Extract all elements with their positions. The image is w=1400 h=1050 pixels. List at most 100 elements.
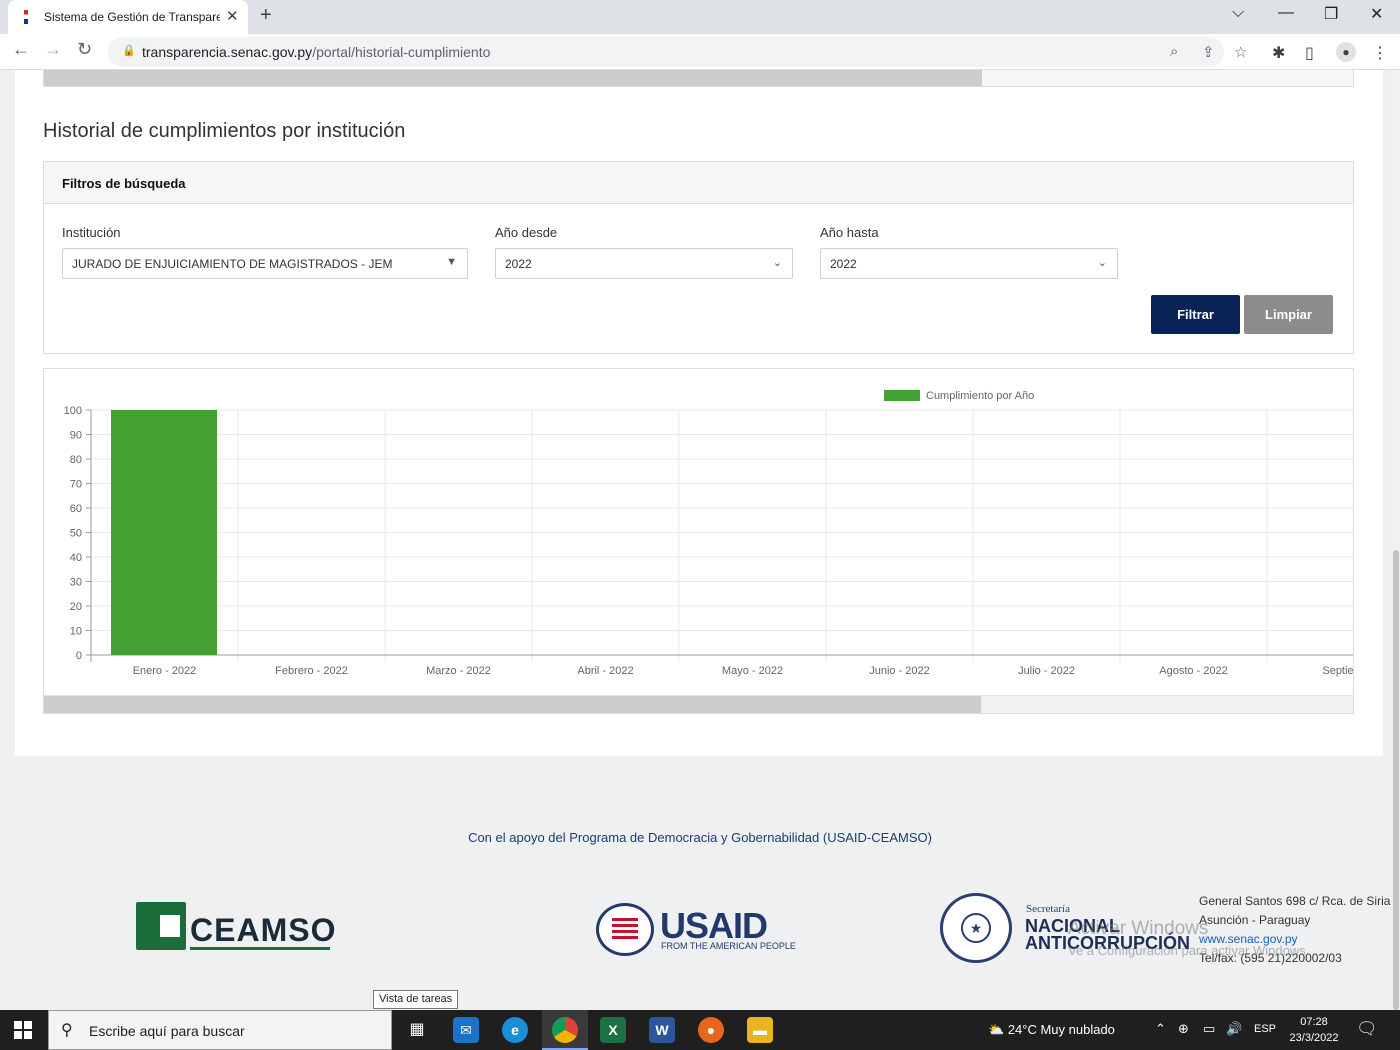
y-tick-label: 80 [70, 454, 82, 466]
ceamso-wordmark: CEAMSO [190, 912, 337, 948]
close-window-icon[interactable]: ✕ [1370, 4, 1383, 24]
clock[interactable]: 07:28 23/3/2022 [1284, 1014, 1344, 1046]
anio-hasta-select[interactable]: 2022 ⌄ [820, 248, 1118, 279]
search-placeholder: Escribe aquí para buscar [89, 1023, 245, 1039]
chart-scrollbar[interactable] [44, 695, 1353, 713]
paraguay-seal-icon: ★ [940, 893, 1012, 963]
reload-icon[interactable]: ↻ [77, 39, 92, 60]
x-tick-label: Enero - 2022 [133, 665, 197, 677]
volume-icon[interactable]: 🔊 [1226, 1021, 1242, 1037]
senac-secretaria: Secretaría [1026, 903, 1070, 915]
filtrar-button[interactable]: Filtrar [1151, 295, 1240, 334]
restore-icon[interactable]: ❐ [1324, 4, 1338, 24]
paraguay-flag-icon [24, 10, 28, 24]
bookmark-star-icon[interactable]: ☆ [1234, 43, 1247, 61]
extensions-icon[interactable]: ✱ [1272, 43, 1285, 63]
institucion-select[interactable]: JURADO DE ENJUICIAMIENTO DE MAGISTRADOS … [62, 248, 468, 279]
y-tick-label: 50 [70, 528, 82, 540]
clock-time: 07:28 [1300, 1016, 1328, 1028]
y-tick-label: 70 [70, 479, 82, 491]
tray-chevron-up-icon[interactable]: ⌃ [1155, 1021, 1166, 1037]
limpiar-button[interactable]: Limpiar [1244, 295, 1333, 334]
firefox-icon[interactable]: ● [698, 1017, 724, 1043]
tab-search-icon[interactable]: ⌵ [1232, 4, 1244, 22]
content-card: Historial de cumplimientos por instituci… [15, 70, 1383, 756]
ceamso-underline [190, 947, 330, 950]
taskbar-search[interactable]: ⚲ Escribe aquí para buscar [48, 1010, 392, 1050]
new-tab-icon[interactable]: + [260, 4, 272, 27]
anio-hasta-value: 2022 [830, 257, 857, 271]
mail-icon[interactable]: ✉ [453, 1017, 479, 1043]
edge-icon[interactable]: e [502, 1017, 528, 1043]
page-scroll-thumb[interactable] [1393, 550, 1399, 1010]
minimize-icon[interactable]: — [1278, 4, 1294, 22]
ceamso-mark-icon [136, 902, 186, 950]
task-view-icon[interactable]: ▦ [404, 1017, 430, 1043]
forward-icon[interactable]: → [44, 39, 62, 60]
legend-swatch [884, 390, 920, 401]
support-text: Con el apoyo del Programa de Democracia … [468, 830, 932, 845]
weather-text: 24°C Muy nublado [1007, 1022, 1115, 1037]
file-explorer-icon[interactable]: ▬ [747, 1017, 773, 1043]
excel-icon[interactable]: X [600, 1017, 626, 1043]
profile-icon[interactable]: ● [1336, 42, 1356, 62]
x-tick-label: Junio - 2022 [869, 665, 930, 677]
address-bar[interactable]: 🔒 transparencia.senac.gov.py/portal/hist… [108, 37, 1247, 67]
word-icon[interactable]: W [649, 1017, 675, 1043]
anio-hasta-label: Año hasta [820, 225, 879, 240]
y-tick-label: 20 [70, 601, 82, 613]
share-icon[interactable]: ⇪ [1202, 43, 1215, 61]
x-tick-label: Febrero - 2022 [275, 665, 348, 677]
close-tab-icon[interactable]: ✕ [226, 7, 239, 25]
x-tick-label: Abril - 2022 [577, 665, 633, 677]
top-scroll-thumb[interactable] [44, 70, 982, 86]
activate-windows-subtext: Ve a Configuración para activar Windows. [1068, 943, 1310, 958]
side-panel-icon[interactable]: ▯ [1305, 43, 1314, 63]
windows-start-icon[interactable] [14, 1021, 32, 1039]
legend-label: Cumplimiento por Año [926, 390, 1034, 402]
ceamso-logo[interactable]: CEAMSO [136, 902, 336, 954]
page-scrollbar[interactable] [1392, 70, 1400, 1010]
bar-chart-svg: 0 10 20 30 40 50 60 70 80 90 100 Enero - 2022 Febrer… [64, 390, 1354, 677]
x-tick-label: Septiembre [1322, 665, 1354, 677]
top-chart-scrollbar[interactable] [43, 70, 1354, 87]
chevron-down-icon: ⌄ [772, 257, 782, 269]
address-line-2: Asunción - Paraguay [1199, 913, 1311, 927]
x-tick-label: Julio - 2022 [1018, 665, 1075, 677]
chrome-icon [552, 1017, 578, 1043]
language-indicator[interactable]: ESP [1254, 1023, 1276, 1035]
anio-desde-label: Año desde [495, 225, 558, 240]
menu-kebab-icon[interactable]: ⋮ [1372, 43, 1388, 63]
usaid-logo[interactable]: USAID FROM THE AMERICAN PEOPLE [596, 903, 806, 958]
chrome-taskbar-item[interactable] [542, 1010, 588, 1050]
x-tick-label: Agosto - 2022 [1159, 665, 1228, 677]
filters-panel: Filtros de búsqueda Institución JURADO D… [43, 161, 1354, 354]
institucion-value: JURADO DE ENJUICIAMIENTO DE MAGISTRADOS … [72, 257, 393, 271]
usaid-tagline: FROM THE AMERICAN PEOPLE [661, 941, 796, 951]
compliance-chart: 0 10 20 30 40 50 60 70 80 90 100 Enero - 2022 Febrer… [43, 368, 1354, 714]
y-tick-label: 0 [76, 650, 82, 662]
anio-desde-value: 2022 [505, 257, 532, 271]
caret-down-icon: ▼ [446, 256, 457, 268]
y-tick-label: 100 [64, 405, 82, 417]
y-tick-label: 10 [70, 626, 82, 638]
page-title: Historial de cumplimientos por instituci… [43, 120, 406, 142]
x-tick-label: Mayo - 2022 [722, 665, 783, 677]
x-tick-label: Marzo - 2022 [426, 665, 491, 677]
lock-icon[interactable]: 🔒 [122, 44, 136, 57]
bar [111, 410, 217, 655]
browser-tab[interactable]: Sistema de Gestión de Transpare ✕ [8, 0, 248, 34]
network-status-icon[interactable]: ⊕ [1178, 1021, 1189, 1037]
search-icon: ⚲ [61, 1022, 73, 1039]
y-tick-label: 30 [70, 577, 82, 589]
back-icon[interactable]: ← [12, 39, 30, 60]
zoom-icon[interactable]: ⌕ [1170, 43, 1178, 60]
ethernet-icon[interactable]: ▭ [1203, 1021, 1215, 1037]
windows-taskbar: ⚲ Escribe aquí para buscar ▦ ✉ e X W ● ▬… [0, 1010, 1400, 1050]
anio-desde-select[interactable]: 2022 ⌄ [495, 248, 793, 279]
cloud-sun-icon: ⛅ [988, 1022, 1005, 1037]
notifications-icon[interactable]: 🗨 [1356, 1019, 1378, 1039]
weather-widget[interactable]: ⛅ 24°C Muy nublado [988, 1022, 1115, 1038]
chart-scroll-thumb[interactable] [44, 696, 981, 713]
clock-date: 23/3/2022 [1289, 1032, 1339, 1044]
